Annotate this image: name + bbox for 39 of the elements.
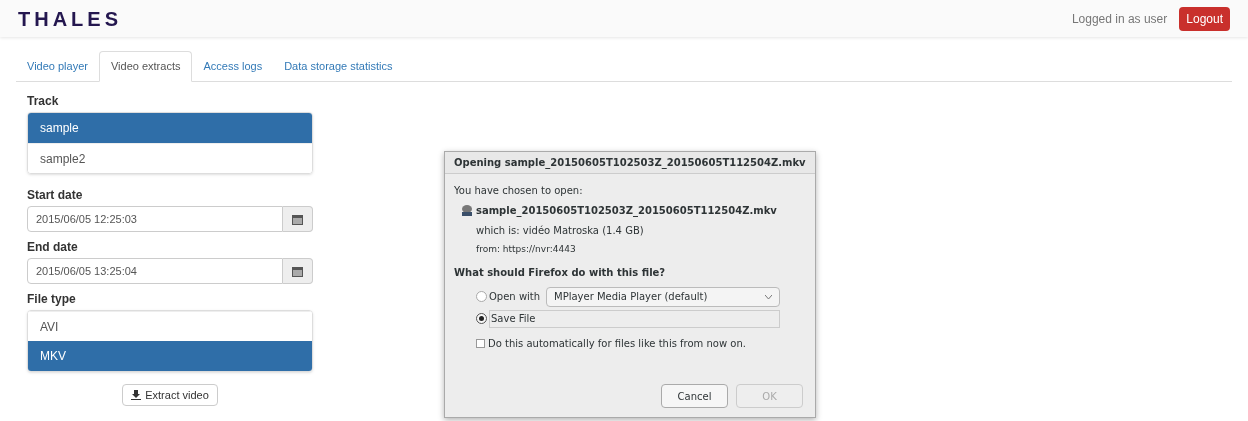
calendar-icon [292,213,303,225]
option-label[interactable]: Open with [489,289,544,304]
download-icon [131,390,142,400]
tab[interactable]: Access logs [192,51,274,82]
file-type-text: which is: vidéo Matroska (1.4 GB) [475,224,645,238]
calendar-button[interactable] [283,206,313,232]
field-label: Track [27,94,60,108]
file-icon [461,205,473,216]
field-label: End date [27,240,79,254]
user-text: Logged in as user [1071,10,1168,28]
list-item[interactable]: sample [28,113,312,143]
checkbox[interactable] [476,338,485,348]
extract-button[interactable]: Extract video [122,384,218,406]
calendar-icon [292,265,303,277]
radio-button[interactable] [476,291,487,302]
logout-button[interactable]: Logout [1179,6,1230,31]
source-text: from: https://nvr:4443 [475,243,577,256]
field-label: File type [27,292,77,306]
dialog-text: You have chosen to open: [454,184,584,198]
caret-icon [765,294,772,299]
calendar-button[interactable] [283,258,313,284]
dialog-title: Opening sample_20150605T102503Z_20150605T112504Z.mkv [454,156,806,170]
tab[interactable]: Video player [16,51,99,82]
dialog-question: What should Firefox do with this file? [454,265,667,280]
radio-button[interactable] [476,313,487,324]
logo: THALES [18,6,122,32]
date-field[interactable]: 2015/06/05 12:25:03 [27,206,283,232]
list-item[interactable]: sample2 [28,143,312,173]
app-dropdown[interactable]: MPlayer Media Player (default) [546,286,780,307]
tab[interactable]: Data storage statistics [273,51,404,82]
list-item[interactable]: AVI [28,311,312,341]
list-item[interactable]: MKV [28,341,312,371]
dialog-button[interactable]: Cancel [661,384,728,408]
file-name: sample_20150605T102503Z_20150605T112504Z.mkv [476,204,777,218]
option-label[interactable]: Save File [489,309,780,328]
field-label: Start date [27,188,84,202]
tab[interactable]: Video extracts [98,51,193,82]
checkbox-label[interactable]: Do this automatically for files like this from now on. [488,335,746,351]
date-field[interactable]: 2015/06/05 13:25:04 [27,258,283,284]
